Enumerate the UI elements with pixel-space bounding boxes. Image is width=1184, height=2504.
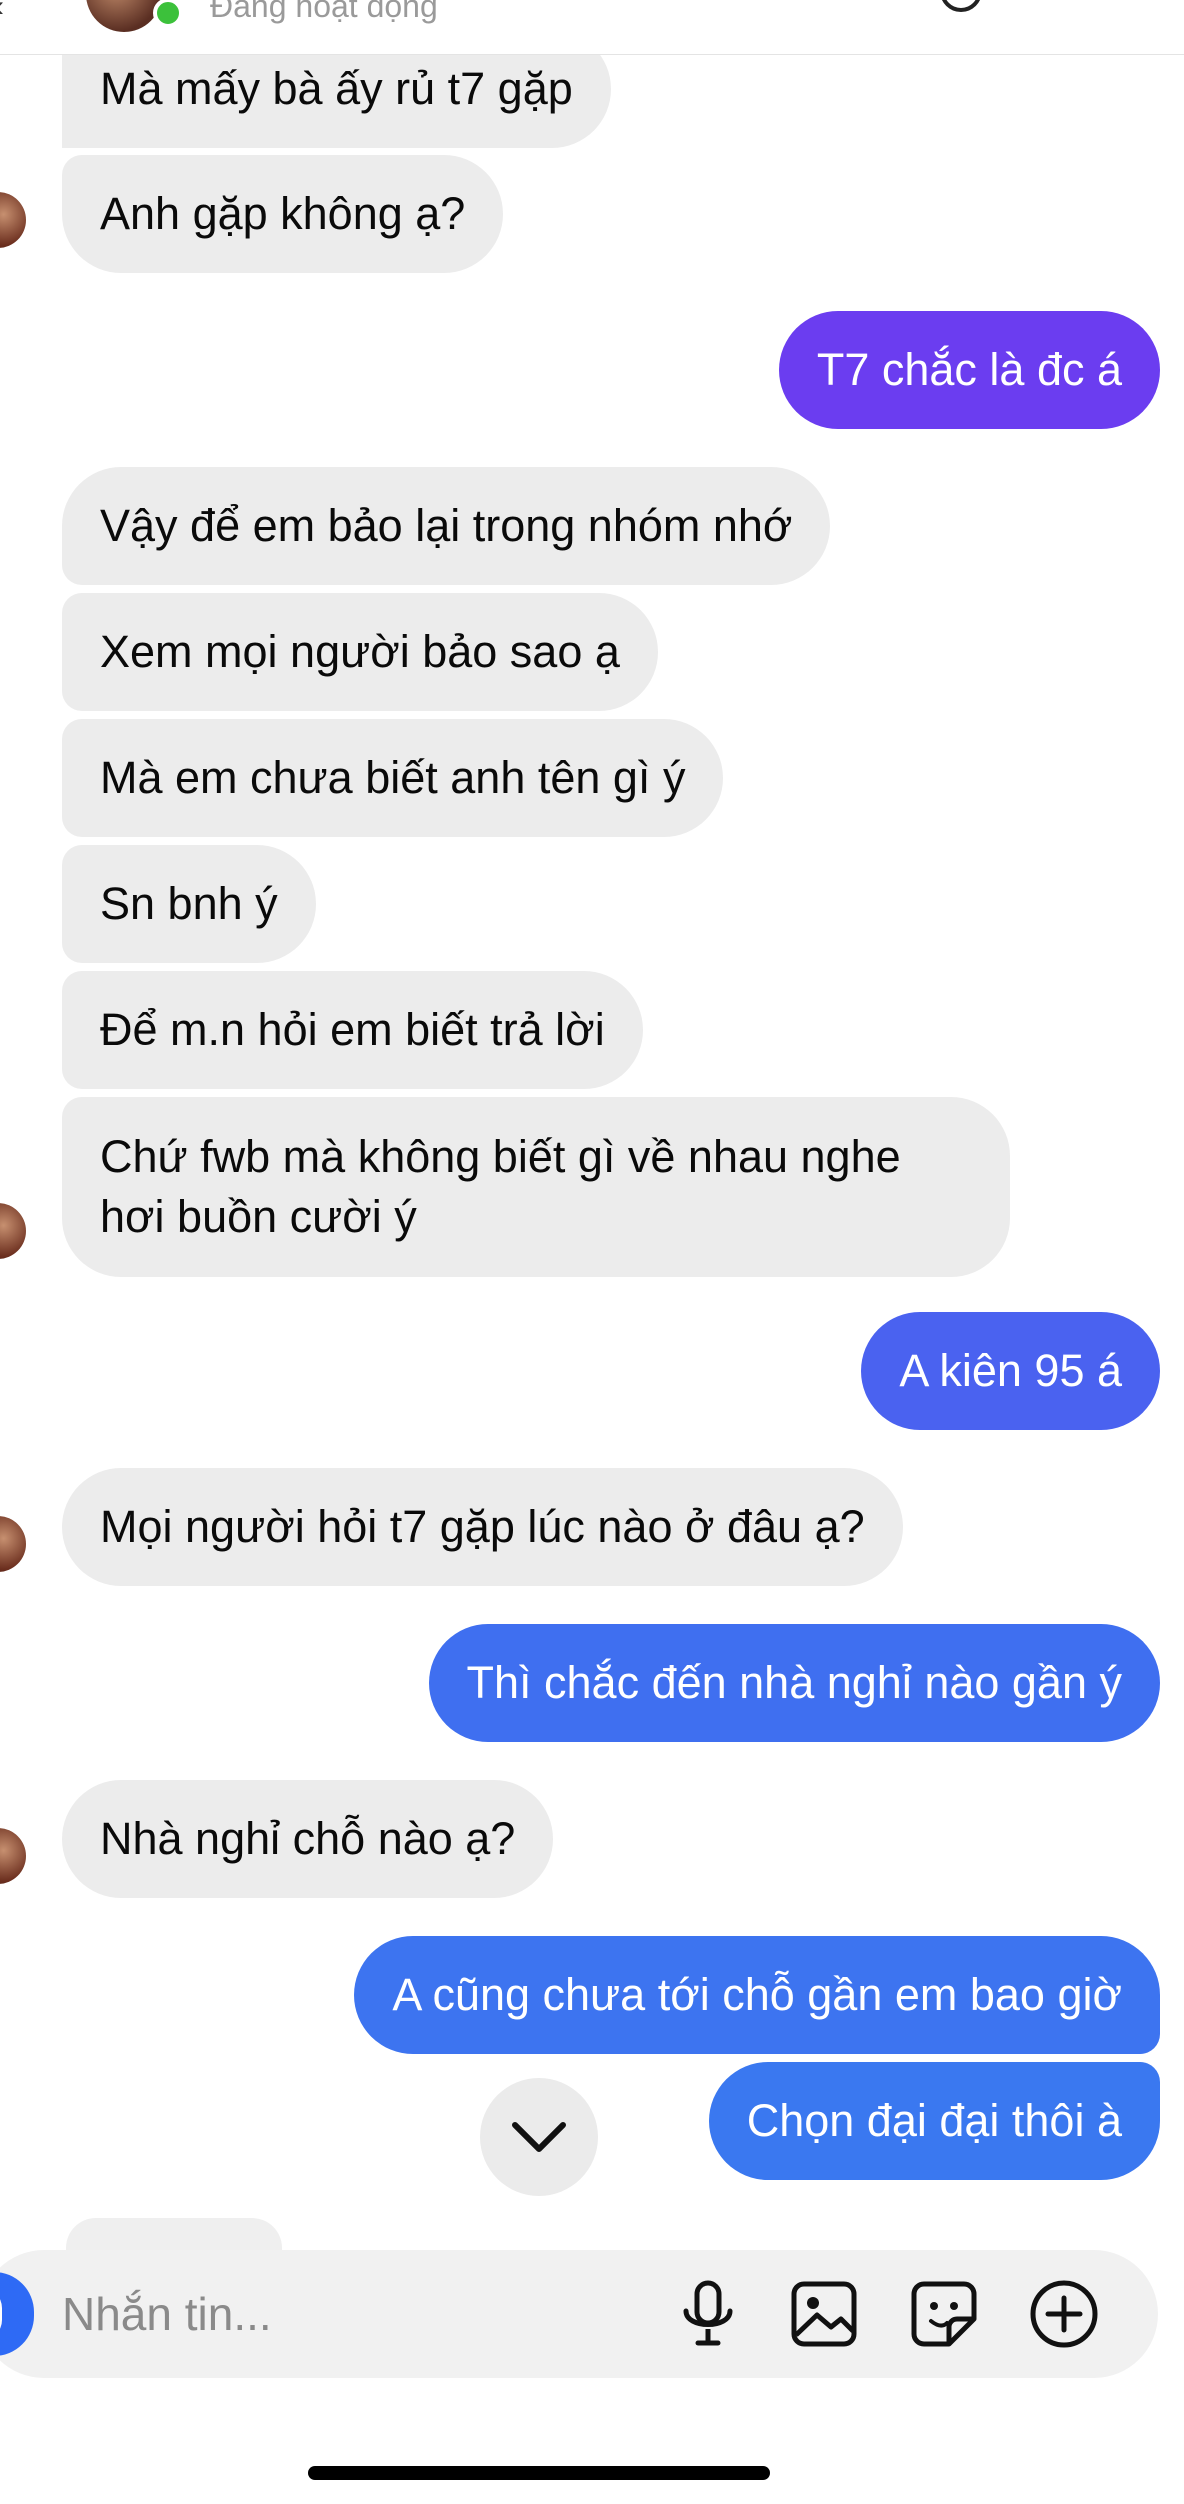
sender-avatar[interactable] [0, 192, 26, 248]
message-bubble: A kiên 95 á [861, 1312, 1160, 1430]
back-arrow-icon[interactable]: ‹ [0, 0, 4, 24]
plus-icon[interactable] [1024, 2274, 1104, 2354]
message-bubble: A cũng chưa tới chỗ gần em bao giờ [354, 1936, 1160, 2054]
message-bubble: Anh gặp không ạ? [62, 155, 504, 273]
home-indicator[interactable] [308, 2466, 770, 2480]
online-indicator [153, 0, 183, 28]
scroll-down-button[interactable] [480, 2078, 598, 2196]
message-bubble: Mà em chưa biết anh tên gì ý [62, 719, 724, 837]
chat-header: ‹ Đang hoạt động [0, 0, 1184, 55]
message-bubble: Nhà nghỉ chỗ nào ạ? [62, 1780, 554, 1898]
message-bubble: Chứ fwb mà không biết gì về nhau nghe hơ… [62, 1097, 1010, 1277]
contact-avatar[interactable] [86, 0, 162, 32]
sender-avatar[interactable] [0, 1516, 26, 1572]
sender-avatar[interactable] [0, 1203, 26, 1259]
message-bubble: Vậy để em bảo lại trong nhóm nhớ [62, 467, 831, 585]
sticker-icon[interactable] [904, 2274, 984, 2354]
image-icon[interactable] [784, 2274, 864, 2354]
call-icon[interactable] [940, 0, 982, 12]
sender-avatar[interactable] [0, 1828, 26, 1884]
message-bubble: Mọi người hỏi t7 gặp lúc nào ở đâu ạ? [62, 1468, 903, 1586]
message-bubble: Chọn đại đại thôi à [708, 2062, 1160, 2180]
microphone-icon[interactable] [668, 2274, 748, 2354]
message-bubble: Thì chắc đến nhà nghỉ nào gần ý [428, 1624, 1160, 1742]
message-bubble: Xem mọi người bảo sao ạ [62, 593, 658, 711]
active-status: Đang hoạt động [210, 0, 438, 24]
message-bubble: Sn bnh ý [62, 845, 316, 963]
chevron-down-icon [512, 2122, 566, 2152]
message-bubble: T7 chắc là đc á [778, 311, 1160, 429]
message-input[interactable]: Nhắn tin... [62, 2284, 272, 2344]
message-bubble: Để m.n hỏi em biết trả lời [62, 971, 643, 1089]
message-list[interactable]: Mà mấy bà ấy rủ t7 gặp Anh gặp không ạ? … [0, 0, 1184, 2278]
